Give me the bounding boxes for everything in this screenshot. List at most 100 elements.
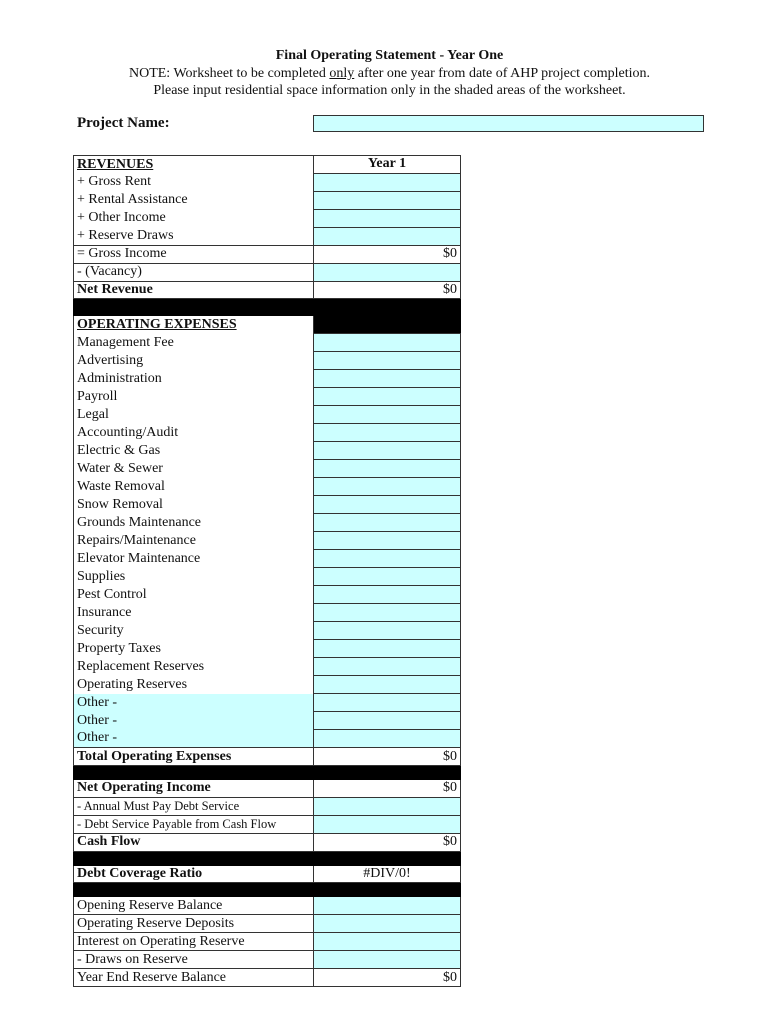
other-label[interactable]: Other -	[73, 729, 314, 748]
legal-input[interactable]	[317, 406, 457, 423]
replacement-reserves-cell[interactable]	[313, 657, 461, 677]
vacancy-cell[interactable]	[313, 262, 461, 282]
advertising-input[interactable]	[317, 352, 457, 369]
dcr-value: #DIV/0!	[313, 864, 461, 884]
electric-gas-input[interactable]	[317, 442, 457, 459]
other-expense-3-input[interactable]	[317, 730, 457, 747]
insurance-label: Insurance	[73, 603, 314, 622]
separator-cell	[313, 850, 461, 866]
operating-reserves-cell[interactable]	[313, 675, 461, 695]
water-sewer-input[interactable]	[317, 460, 457, 477]
must-pay-debt-cell[interactable]	[313, 796, 461, 816]
project-name-input[interactable]	[313, 115, 704, 132]
accounting-audit-input[interactable]	[317, 424, 457, 441]
payroll-cell[interactable]	[313, 387, 461, 407]
security-input[interactable]	[317, 622, 457, 639]
other-expense-2-cell[interactable]	[313, 711, 461, 731]
accounting-audit-cell[interactable]	[313, 423, 461, 443]
interest-on-operating-reserve-input[interactable]	[317, 933, 457, 950]
other-expense-1-cell[interactable]	[313, 693, 461, 713]
operating-reserve-deposits-input[interactable]	[317, 915, 457, 932]
cash-flow-value: $0	[313, 832, 461, 852]
repairs-maintenance-cell[interactable]	[313, 531, 461, 551]
pest-control-input[interactable]	[317, 586, 457, 603]
insurance-input[interactable]	[317, 604, 457, 621]
rental-assistance-input[interactable]	[317, 192, 457, 208]
must-pay-debt-input[interactable]	[317, 798, 457, 814]
repairs-maintenance-label: Repairs/Maintenance	[73, 531, 314, 550]
cash-flow-debt-cell[interactable]	[313, 814, 461, 834]
interest-on-operating-reserve-label: Interest on Operating Reserve	[73, 932, 314, 951]
snow-removal-input[interactable]	[317, 496, 457, 513]
dcr-row: Debt Coverage Ratio #DIV/0!	[73, 864, 461, 884]
waste-removal-cell[interactable]	[313, 477, 461, 497]
elevator-maintenance-label: Elevator Maintenance	[73, 549, 314, 568]
insurance-cell[interactable]	[313, 603, 461, 623]
draws-on-reserve-cell[interactable]	[313, 950, 461, 970]
other-label[interactable]: Other -	[73, 711, 314, 730]
expense-row: Administration	[73, 369, 461, 389]
reserve-draws-cell[interactable]	[313, 226, 461, 246]
other-expense-1-input[interactable]	[317, 694, 457, 711]
noi-label: Net Operating Income	[73, 778, 314, 798]
payroll-input[interactable]	[317, 388, 457, 405]
cash-flow-debt-input[interactable]	[317, 816, 457, 832]
pest-control-label: Pest Control	[73, 585, 314, 604]
vacancy-input[interactable]	[317, 264, 457, 280]
repairs-maintenance-input[interactable]	[317, 532, 457, 549]
operating-statement-table: REVENUES Year 1 + Gross Rent + Rental As…	[73, 155, 461, 988]
elevator-maintenance-input[interactable]	[317, 550, 457, 567]
electric-gas-cell[interactable]	[313, 441, 461, 461]
property-taxes-cell[interactable]	[313, 639, 461, 659]
snow-removal-cell[interactable]	[313, 495, 461, 515]
interest-on-operating-reserve-cell[interactable]	[313, 932, 461, 952]
expense-row: Snow Removal	[73, 495, 461, 515]
expense-row: Insurance	[73, 603, 461, 623]
management-fee-input[interactable]	[317, 334, 457, 351]
expense-row: Advertising	[73, 351, 461, 371]
debt-label: - Annual Must Pay Debt Service	[73, 796, 314, 816]
gross-income-value: $0	[313, 244, 461, 264]
opening-reserve-balance-input[interactable]	[317, 897, 457, 914]
debt-row: - Debt Service Payable from Cash Flow	[73, 814, 461, 834]
water-sewer-cell[interactable]	[313, 459, 461, 479]
other-income-input[interactable]	[317, 210, 457, 226]
total-expenses-label: Total Operating Expenses	[73, 747, 314, 766]
pest-control-cell[interactable]	[313, 585, 461, 605]
draws-on-reserve-input[interactable]	[317, 951, 457, 968]
payroll-label: Payroll	[73, 387, 314, 406]
supplies-input[interactable]	[317, 568, 457, 585]
gross-rent-input[interactable]	[317, 174, 457, 190]
cash-flow-row: Cash Flow $0	[73, 832, 461, 852]
opening-reserve-balance-label: Opening Reserve Balance	[73, 896, 314, 915]
operating-reserves-input[interactable]	[317, 676, 457, 693]
operating-reserve-deposits-cell[interactable]	[313, 914, 461, 934]
other-expense-2-input[interactable]	[317, 712, 457, 729]
grounds-maintenance-input[interactable]	[317, 514, 457, 531]
rental-assistance-cell[interactable]	[313, 190, 461, 210]
grounds-maintenance-cell[interactable]	[313, 513, 461, 533]
other-expense-3-cell[interactable]	[313, 729, 461, 749]
expense-row: Property Taxes	[73, 639, 461, 659]
replacement-reserves-input[interactable]	[317, 658, 457, 675]
administration-input[interactable]	[317, 370, 457, 387]
other-income-cell[interactable]	[313, 208, 461, 228]
reserve-draws-input[interactable]	[317, 228, 457, 244]
waste-removal-input[interactable]	[317, 478, 457, 495]
property-taxes-input[interactable]	[317, 640, 457, 657]
gross-rent-cell[interactable]	[313, 172, 461, 192]
administration-cell[interactable]	[313, 369, 461, 389]
advertising-cell[interactable]	[313, 351, 461, 371]
management-fee-cell[interactable]	[313, 333, 461, 353]
dcr-label: Debt Coverage Ratio	[73, 864, 314, 884]
legal-cell[interactable]	[313, 405, 461, 425]
other-label[interactable]: Other -	[73, 693, 314, 712]
section-separator	[73, 850, 461, 866]
elevator-maintenance-cell[interactable]	[313, 549, 461, 569]
security-cell[interactable]	[313, 621, 461, 641]
total-expenses-value: $0	[313, 747, 461, 766]
opening-reserve-balance-cell[interactable]	[313, 896, 461, 916]
other-expense-items: Other - Other - Other -	[73, 693, 461, 749]
supplies-cell[interactable]	[313, 567, 461, 587]
revenue-row: + Gross Rent	[73, 172, 461, 192]
